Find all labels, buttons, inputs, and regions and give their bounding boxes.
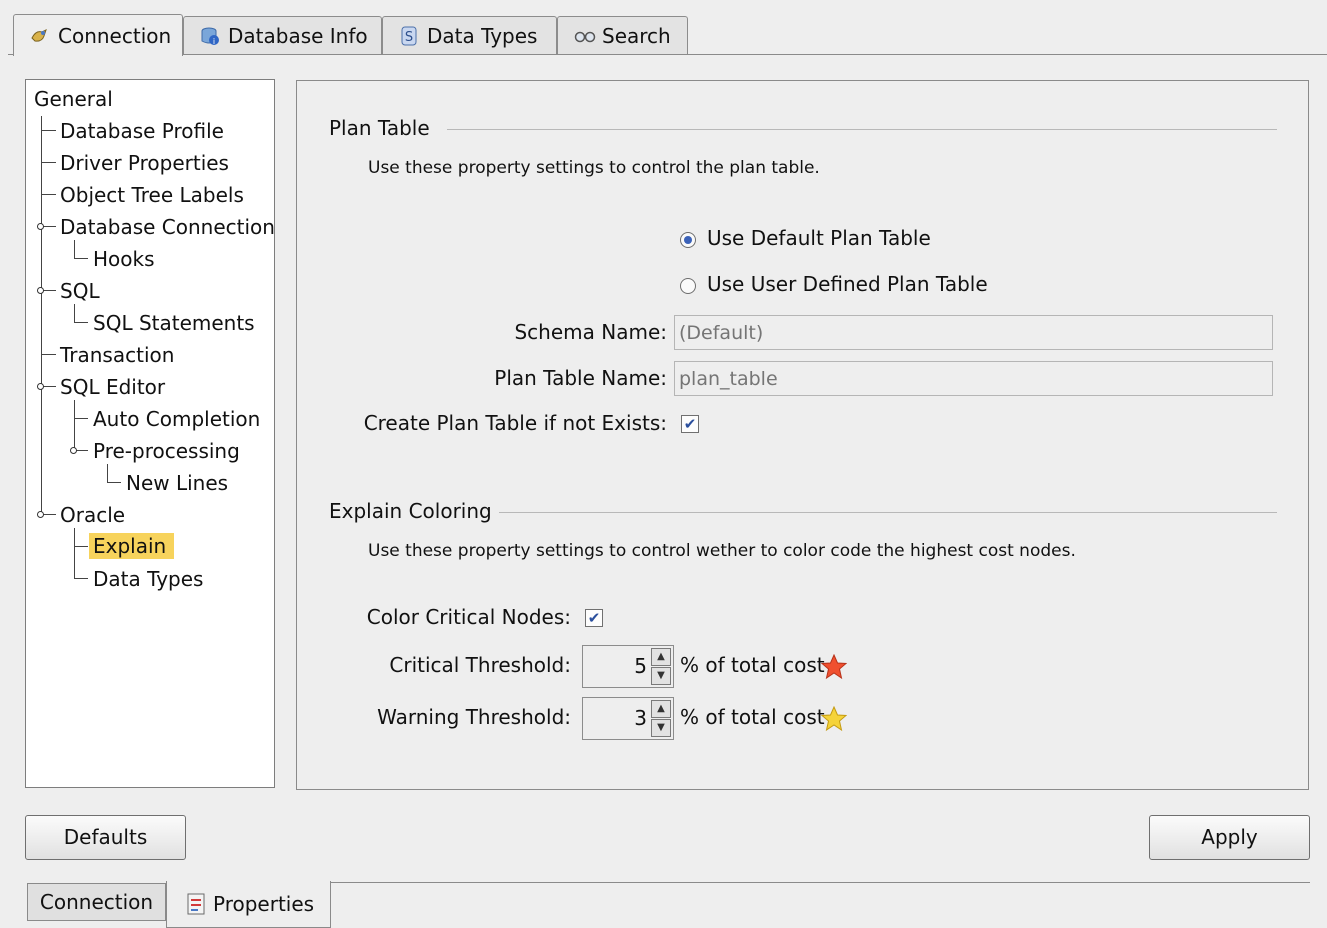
plan-table-description: Use these property settings to control t… [368, 158, 820, 178]
explain-coloring-description: Use these property settings to control w… [368, 541, 1076, 561]
database-info-icon: i [200, 26, 220, 46]
plan-table-name-field[interactable] [674, 361, 1273, 396]
tab-data-types[interactable]: S Data Types [382, 16, 557, 54]
tree-item-database-profile[interactable]: Database Profile [60, 118, 224, 144]
tab-search[interactable]: Search [557, 16, 688, 54]
yellow-star-icon [821, 706, 847, 732]
tree-item-auto-completion[interactable]: Auto Completion [93, 406, 260, 432]
explain-coloring-section-title: Explain Coloring [329, 499, 492, 523]
critical-threshold-value[interactable]: 5 [634, 654, 647, 678]
create-plan-table-label: Create Plan Table if not Exists: [363, 411, 667, 435]
color-critical-nodes-label: Color Critical Nodes: [366, 605, 571, 629]
plan-table-section-title: Plan Table [329, 116, 430, 140]
tab-data-types-label: Data Types [427, 23, 538, 48]
critical-threshold-unit: % of total cost [680, 653, 825, 677]
schema-name-label: Schema Name: [514, 320, 667, 344]
tree-connector [107, 464, 108, 483]
schema-name-field[interactable] [674, 315, 1273, 350]
tree-item-driver-properties[interactable]: Driver Properties [60, 150, 229, 176]
bottom-tab-connection[interactable]: Connection [27, 883, 166, 921]
section-divider [447, 129, 1277, 130]
critical-threshold-spinner[interactable]: 5 ▲ ▼ [582, 645, 674, 688]
tree-connector [74, 546, 88, 547]
use-default-plan-table-radio[interactable] [680, 232, 696, 248]
tree-item-database-connection[interactable]: Database Connection [60, 214, 275, 240]
increment-button[interactable]: ▲ [651, 648, 671, 666]
warning-threshold-unit: % of total cost [680, 705, 825, 729]
tree-connector [41, 162, 56, 163]
tree-connector [107, 482, 121, 483]
tab-database-info-label: Database Info [228, 23, 368, 48]
properties-icon [187, 893, 205, 915]
tree-connector [74, 240, 75, 259]
tree-item-transaction[interactable]: Transaction [60, 342, 174, 368]
expand-toggle-database-connection[interactable] [37, 223, 44, 230]
search-icon [574, 26, 596, 46]
expand-toggle-sql[interactable] [37, 287, 44, 294]
expand-toggle-sql-editor[interactable] [37, 383, 44, 390]
red-star-icon [821, 654, 847, 680]
svg-text:i: i [213, 37, 215, 46]
properties-panel: Plan Table Use these property settings t… [296, 80, 1309, 790]
decrement-button[interactable]: ▼ [651, 719, 671, 737]
tree-item-sql-statements[interactable]: SQL Statements [93, 310, 255, 336]
tree-connector [74, 528, 75, 579]
tree-item-object-tree-labels[interactable]: Object Tree Labels [60, 182, 244, 208]
tree-connector [41, 354, 56, 355]
expand-toggle-oracle[interactable] [37, 511, 44, 518]
increment-button[interactable]: ▲ [651, 700, 671, 718]
color-critical-nodes-checkbox[interactable]: ✔ [585, 609, 603, 627]
tree-item-new-lines[interactable]: New Lines [126, 470, 228, 496]
tab-connection[interactable]: Connection [13, 14, 183, 56]
tab-search-label: Search [602, 23, 671, 48]
tab-bar-divider [8, 54, 1327, 55]
tree-item-explain[interactable]: Explain [89, 533, 175, 559]
tree-item-data-types[interactable]: Data Types [93, 566, 203, 592]
tree-connector [41, 194, 56, 195]
use-user-defined-plan-table-radio[interactable] [680, 278, 696, 294]
tree-connector [74, 400, 75, 451]
tree-item-pre-processing[interactable]: Pre-processing [93, 438, 240, 464]
connection-icon [30, 26, 50, 46]
tree-connector [41, 130, 56, 131]
tree-item-hooks[interactable]: Hooks [93, 246, 155, 272]
settings-tree: General Database Profile Driver Properti… [25, 79, 275, 788]
bottom-tab-properties[interactable]: Properties [166, 881, 331, 928]
decrement-button[interactable]: ▼ [651, 667, 671, 685]
apply-button[interactable]: Apply [1149, 815, 1310, 860]
warning-threshold-label: Warning Threshold: [377, 705, 571, 729]
bottom-tab-connection-label: Connection [39, 890, 154, 914]
warning-threshold-value[interactable]: 3 [634, 706, 647, 730]
section-divider [499, 512, 1277, 513]
data-types-icon: S [399, 26, 419, 46]
tree-connector [74, 418, 88, 419]
tree-item-sql[interactable]: SQL [60, 278, 100, 304]
critical-threshold-label: Critical Threshold: [389, 653, 571, 677]
tree-item-sql-editor[interactable]: SQL Editor [60, 374, 165, 400]
tree-connector [74, 258, 88, 259]
plan-table-name-label: Plan Table Name: [494, 366, 667, 390]
tree-connector [41, 116, 42, 515]
tree-connector [74, 322, 88, 323]
tree-connector [74, 578, 88, 579]
defaults-button[interactable]: Defaults [25, 815, 186, 860]
tree-item-general[interactable]: General [34, 86, 113, 112]
create-plan-table-checkbox[interactable]: ✔ [681, 415, 699, 433]
use-user-defined-plan-table-label[interactable]: Use User Defined Plan Table [707, 272, 988, 296]
svg-text:S: S [405, 30, 413, 45]
tree-connector [74, 304, 75, 323]
tab-database-info[interactable]: i Database Info [183, 16, 382, 54]
tree-item-oracle[interactable]: Oracle [60, 502, 125, 528]
expand-toggle-pre-processing[interactable] [70, 447, 77, 454]
bottom-tab-properties-label: Properties [213, 892, 315, 916]
bottom-tab-divider [330, 882, 1310, 883]
tab-connection-label: Connection [58, 23, 172, 48]
use-default-plan-table-label[interactable]: Use Default Plan Table [707, 226, 931, 250]
warning-threshold-spinner[interactable]: 3 ▲ ▼ [582, 697, 674, 740]
